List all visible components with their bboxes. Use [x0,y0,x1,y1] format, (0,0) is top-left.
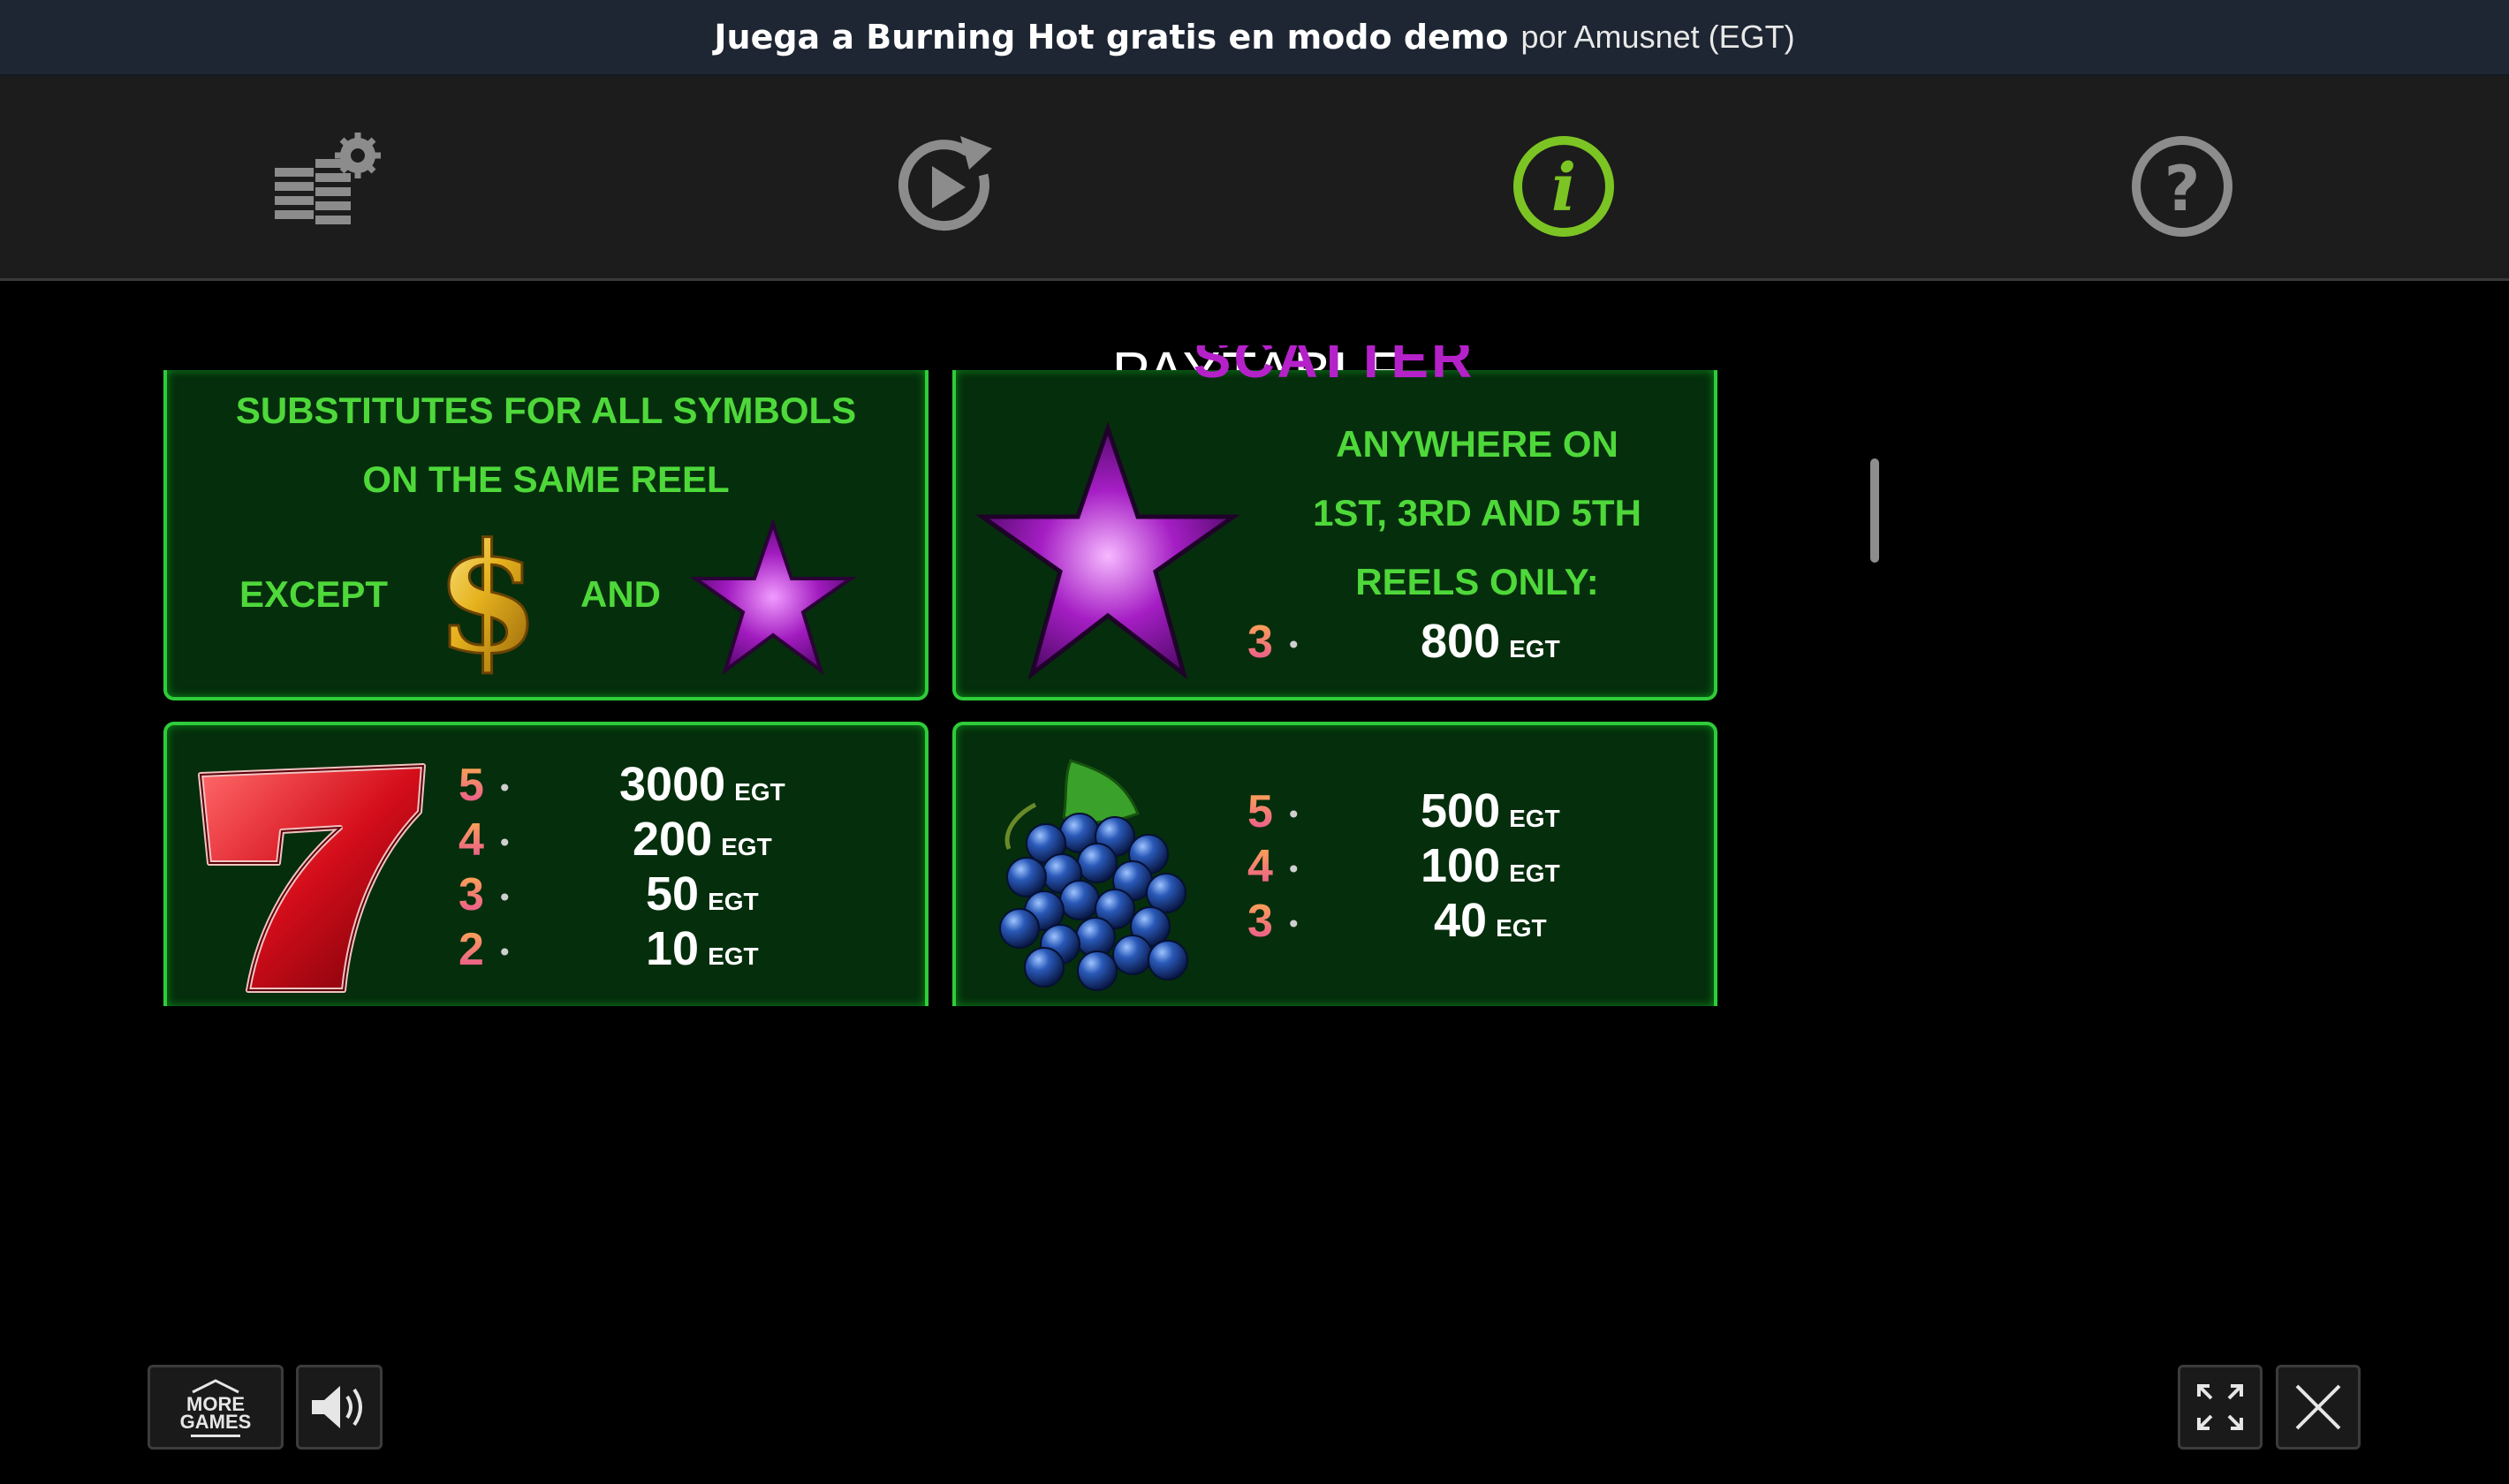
grapes-panel: 5 • 500 EGT 4 • 100 EGT 3 • 40 EGT [952,722,1717,1006]
game-toolbar: i ? [0,76,2509,281]
grapes-pay-value-4: 100 EGT [1421,839,1560,892]
info-button[interactable]: i [1506,129,1621,244]
sound-button[interactable] [296,1365,383,1450]
scatter-line-2: 1ST, 3RD AND 5TH [1313,492,1641,534]
scatter-pay-count: 3 [1247,617,1273,668]
seven-pay-count-3: 3 [459,869,484,920]
autoplay-icon [898,136,992,231]
seven-symbol-icon [198,763,426,993]
star-symbol-icon [690,519,856,676]
grapes-pay-dot: • [1286,910,1301,939]
grapes-symbol-icon [999,759,1188,991]
seven-pay-value-4: 200 EGT [633,813,772,866]
scatter-pay-value: 800 EGT [1421,615,1560,668]
paytable-scrollbar[interactable] [1870,458,1879,563]
close-button[interactable] [2276,1365,2361,1450]
more-games-button[interactable]: MORE GAMES [148,1365,284,1450]
seven-pay-count-5: 5 [459,760,484,811]
scatter-line-1: ANYWHERE ON [1336,423,1618,465]
scatter-title: SCATTER [1193,345,1475,386]
bet-settings-button[interactable] [269,129,384,244]
autoplay-button[interactable] [888,129,1003,244]
scatter-panel: ANYWHERE ON 1ST, 3RD AND 5TH REELS ONLY:… [952,370,1717,700]
wild-and-label: AND [580,573,661,615]
seven-panel: 5 • 3000 EGT 4 • 200 EGT 3 • 50 EGT 2 • 10 E… [163,722,929,1006]
grapes-pay-count-3: 3 [1247,896,1273,947]
seven-pay-value-2: 10 EGT [646,922,759,975]
info-icon: i [1513,136,1614,237]
provider-label: por Amusnet (EGT) [1520,19,1795,55]
bet-settings-icon [275,132,381,224]
svg-text:i: i [1551,150,1576,226]
seven-pay-dot: • [497,774,512,803]
grapes-pay-value-5: 500 EGT [1421,784,1560,837]
wild-line-1: SUBSTITUTES FOR ALL SYMBOLS [235,390,857,431]
title-bar: Juega a Burning Hot gratis en modo demo … [0,0,2509,76]
help-button[interactable]: ? [2125,129,2240,244]
seven-pay-count-4: 4 [459,814,484,866]
seven-pay-count-2: 2 [459,924,484,975]
help-icon: ? [2132,136,2232,237]
page-title: Juega a Burning Hot gratis en modo demo [714,18,1509,57]
seven-pay-dot: • [497,938,512,967]
grapes-pay-count-4: 4 [1247,841,1273,892]
grapes-pay-value-3: 40 EGT [1434,894,1547,947]
scatter-pay-dot: • [1286,631,1301,660]
home-roof-icon [192,1378,239,1393]
close-icon [2295,1384,2341,1430]
wild-panel: SUBSTITUTES FOR ALL SYMBOLS ON THE SAME … [163,370,929,700]
svg-text:?: ? [2164,153,2201,225]
fullscreen-button[interactable] [2178,1365,2263,1450]
seven-pay-value-3: 50 EGT [646,867,759,920]
dollar-symbol-icon: $ [434,519,541,678]
grapes-pay-dot: • [1286,855,1301,884]
underline-divider [191,1434,240,1437]
fullscreen-icon [2197,1384,2243,1430]
seven-pay-dot: • [497,883,512,912]
paytable-screen: PAYTABLE SUBSTITUTES FOR ALL SYMBOLS ON … [0,284,2509,1484]
scatter-star-icon [975,421,1240,680]
seven-pay-dot: • [497,829,512,858]
wild-line-2: ON THE SAME REEL [362,458,730,500]
grapes-pay-dot: • [1286,800,1301,829]
speaker-icon [312,1386,362,1428]
wild-except-label: EXCEPT [239,573,389,615]
scatter-line-3: REELS ONLY: [1355,561,1599,602]
svg-text:$: $ [436,519,540,678]
grapes-pay-count-5: 5 [1247,786,1273,837]
seven-pay-value-5: 3000 EGT [619,758,785,811]
